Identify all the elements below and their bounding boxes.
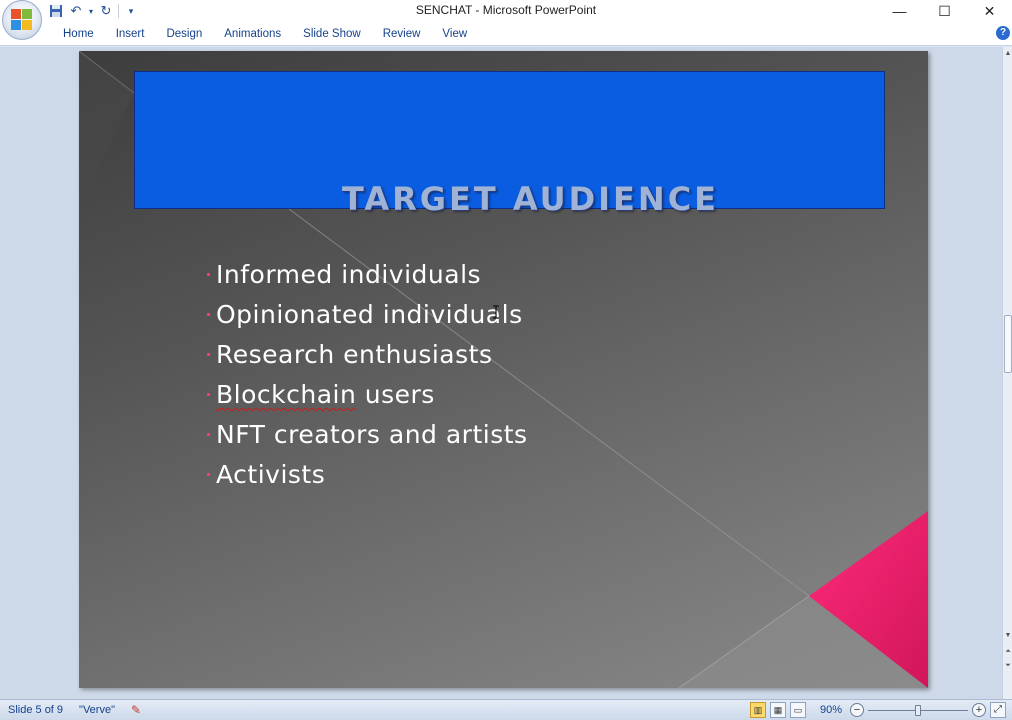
status-bar: Slide 5 of 9 "Verve" ✎ ▥ ▦ ▭ 90% − + ⤢ — [0, 699, 1012, 720]
list-item: NFT creators and artists — [207, 415, 528, 455]
office-button[interactable] — [2, 0, 42, 40]
slide-sorter-button[interactable]: ▦ — [770, 702, 786, 718]
maximize-button[interactable]: ☐ — [922, 0, 967, 22]
scrollbar-thumb[interactable] — [1004, 315, 1012, 373]
list-item: Blockchain users — [207, 375, 528, 415]
list-item: Opinionated individuals — [207, 295, 528, 335]
close-button[interactable]: ✕ — [967, 0, 1012, 22]
spellcheck-icon[interactable]: ✎ — [131, 703, 145, 717]
bullet-text: Activists — [216, 460, 326, 489]
zoom-level[interactable]: 90% — [814, 704, 842, 716]
tab-insert[interactable]: Insert — [105, 22, 156, 46]
tab-design[interactable]: Design — [155, 22, 213, 46]
bullet-text: users — [356, 380, 435, 409]
bullet-dot — [207, 313, 210, 316]
help-icon[interactable]: ? — [996, 26, 1010, 40]
minimize-button[interactable]: — — [877, 0, 922, 22]
window-title: SENCHAT - Microsoft PowerPoint — [415, 3, 597, 17]
tab-review[interactable]: Review — [372, 22, 432, 46]
zoom-slider[interactable] — [868, 703, 968, 717]
misspelled-word[interactable]: Blockchain — [216, 380, 356, 409]
zoom-out-icon[interactable]: − — [850, 703, 864, 717]
list-item: Activists — [207, 455, 528, 495]
zoom-slider-knob[interactable] — [915, 705, 921, 716]
scroll-up-icon[interactable]: ▲ — [1004, 49, 1012, 59]
scroll-down-icon[interactable]: ▼ — [1004, 631, 1012, 641]
slide-workspace: TARGET AUDIENCE Informed individuals Opi… — [0, 47, 1002, 699]
ribbon-tabs: Home Insert Design Animations Slide Show… — [52, 22, 478, 46]
bullet-text: Informed individuals — [216, 260, 482, 289]
fit-to-window-icon[interactable]: ⤢ — [990, 702, 1006, 718]
list-item: Research enthusiasts — [207, 335, 528, 375]
bullet-dot — [207, 393, 210, 396]
normal-view-button[interactable]: ▥ — [750, 702, 766, 718]
bullet-dot — [207, 433, 210, 436]
window-controls: — ☐ ✕ — [877, 0, 1012, 22]
bullet-text: Research enthusiasts — [216, 340, 493, 369]
office-logo-icon — [11, 9, 33, 31]
previous-slide-icon[interactable]: ⏶ — [1004, 647, 1012, 657]
next-slide-icon[interactable]: ⏷ — [1004, 661, 1012, 671]
bullet-dot — [207, 473, 210, 476]
text-cursor-icon — [493, 305, 499, 319]
bullet-list[interactable]: Informed individuals Opinionated individ… — [207, 255, 528, 495]
ribbon: Home Insert Design Animations Slide Show… — [0, 22, 1012, 46]
slide-show-button[interactable]: ▭ — [790, 702, 806, 718]
tab-animations[interactable]: Animations — [213, 22, 292, 46]
title-placeholder[interactable]: TARGET AUDIENCE — [134, 71, 885, 218]
slide-canvas[interactable]: TARGET AUDIENCE Informed individuals Opi… — [79, 51, 928, 688]
tab-home[interactable]: Home — [52, 22, 105, 46]
status-right: ▥ ▦ ▭ 90% − + ⤢ — [750, 702, 1006, 718]
tab-slide-show[interactable]: Slide Show — [292, 22, 372, 46]
theme-name: "Verve" — [79, 704, 115, 716]
list-item: Informed individuals — [207, 255, 528, 295]
tab-view[interactable]: View — [431, 22, 478, 46]
bullet-dot — [207, 353, 210, 356]
zoom-in-icon[interactable]: + — [972, 703, 986, 717]
title-bar: ↶ ▾ ↻ ▾ SENCHAT - Microsoft PowerPoint —… — [0, 0, 1012, 40]
bullet-dot — [207, 273, 210, 276]
bullet-text: NFT creators and artists — [216, 420, 528, 449]
bullet-text: Opinionated individuals — [216, 300, 523, 329]
slide-title: TARGET AUDIENCE — [341, 180, 720, 218]
vertical-scrollbar[interactable]: ▲ ▼ ⏶ ⏷ — [1002, 47, 1012, 699]
slide-counter: Slide 5 of 9 — [8, 704, 64, 716]
status-left: Slide 5 of 9 "Verve" ✎ — [8, 703, 145, 717]
